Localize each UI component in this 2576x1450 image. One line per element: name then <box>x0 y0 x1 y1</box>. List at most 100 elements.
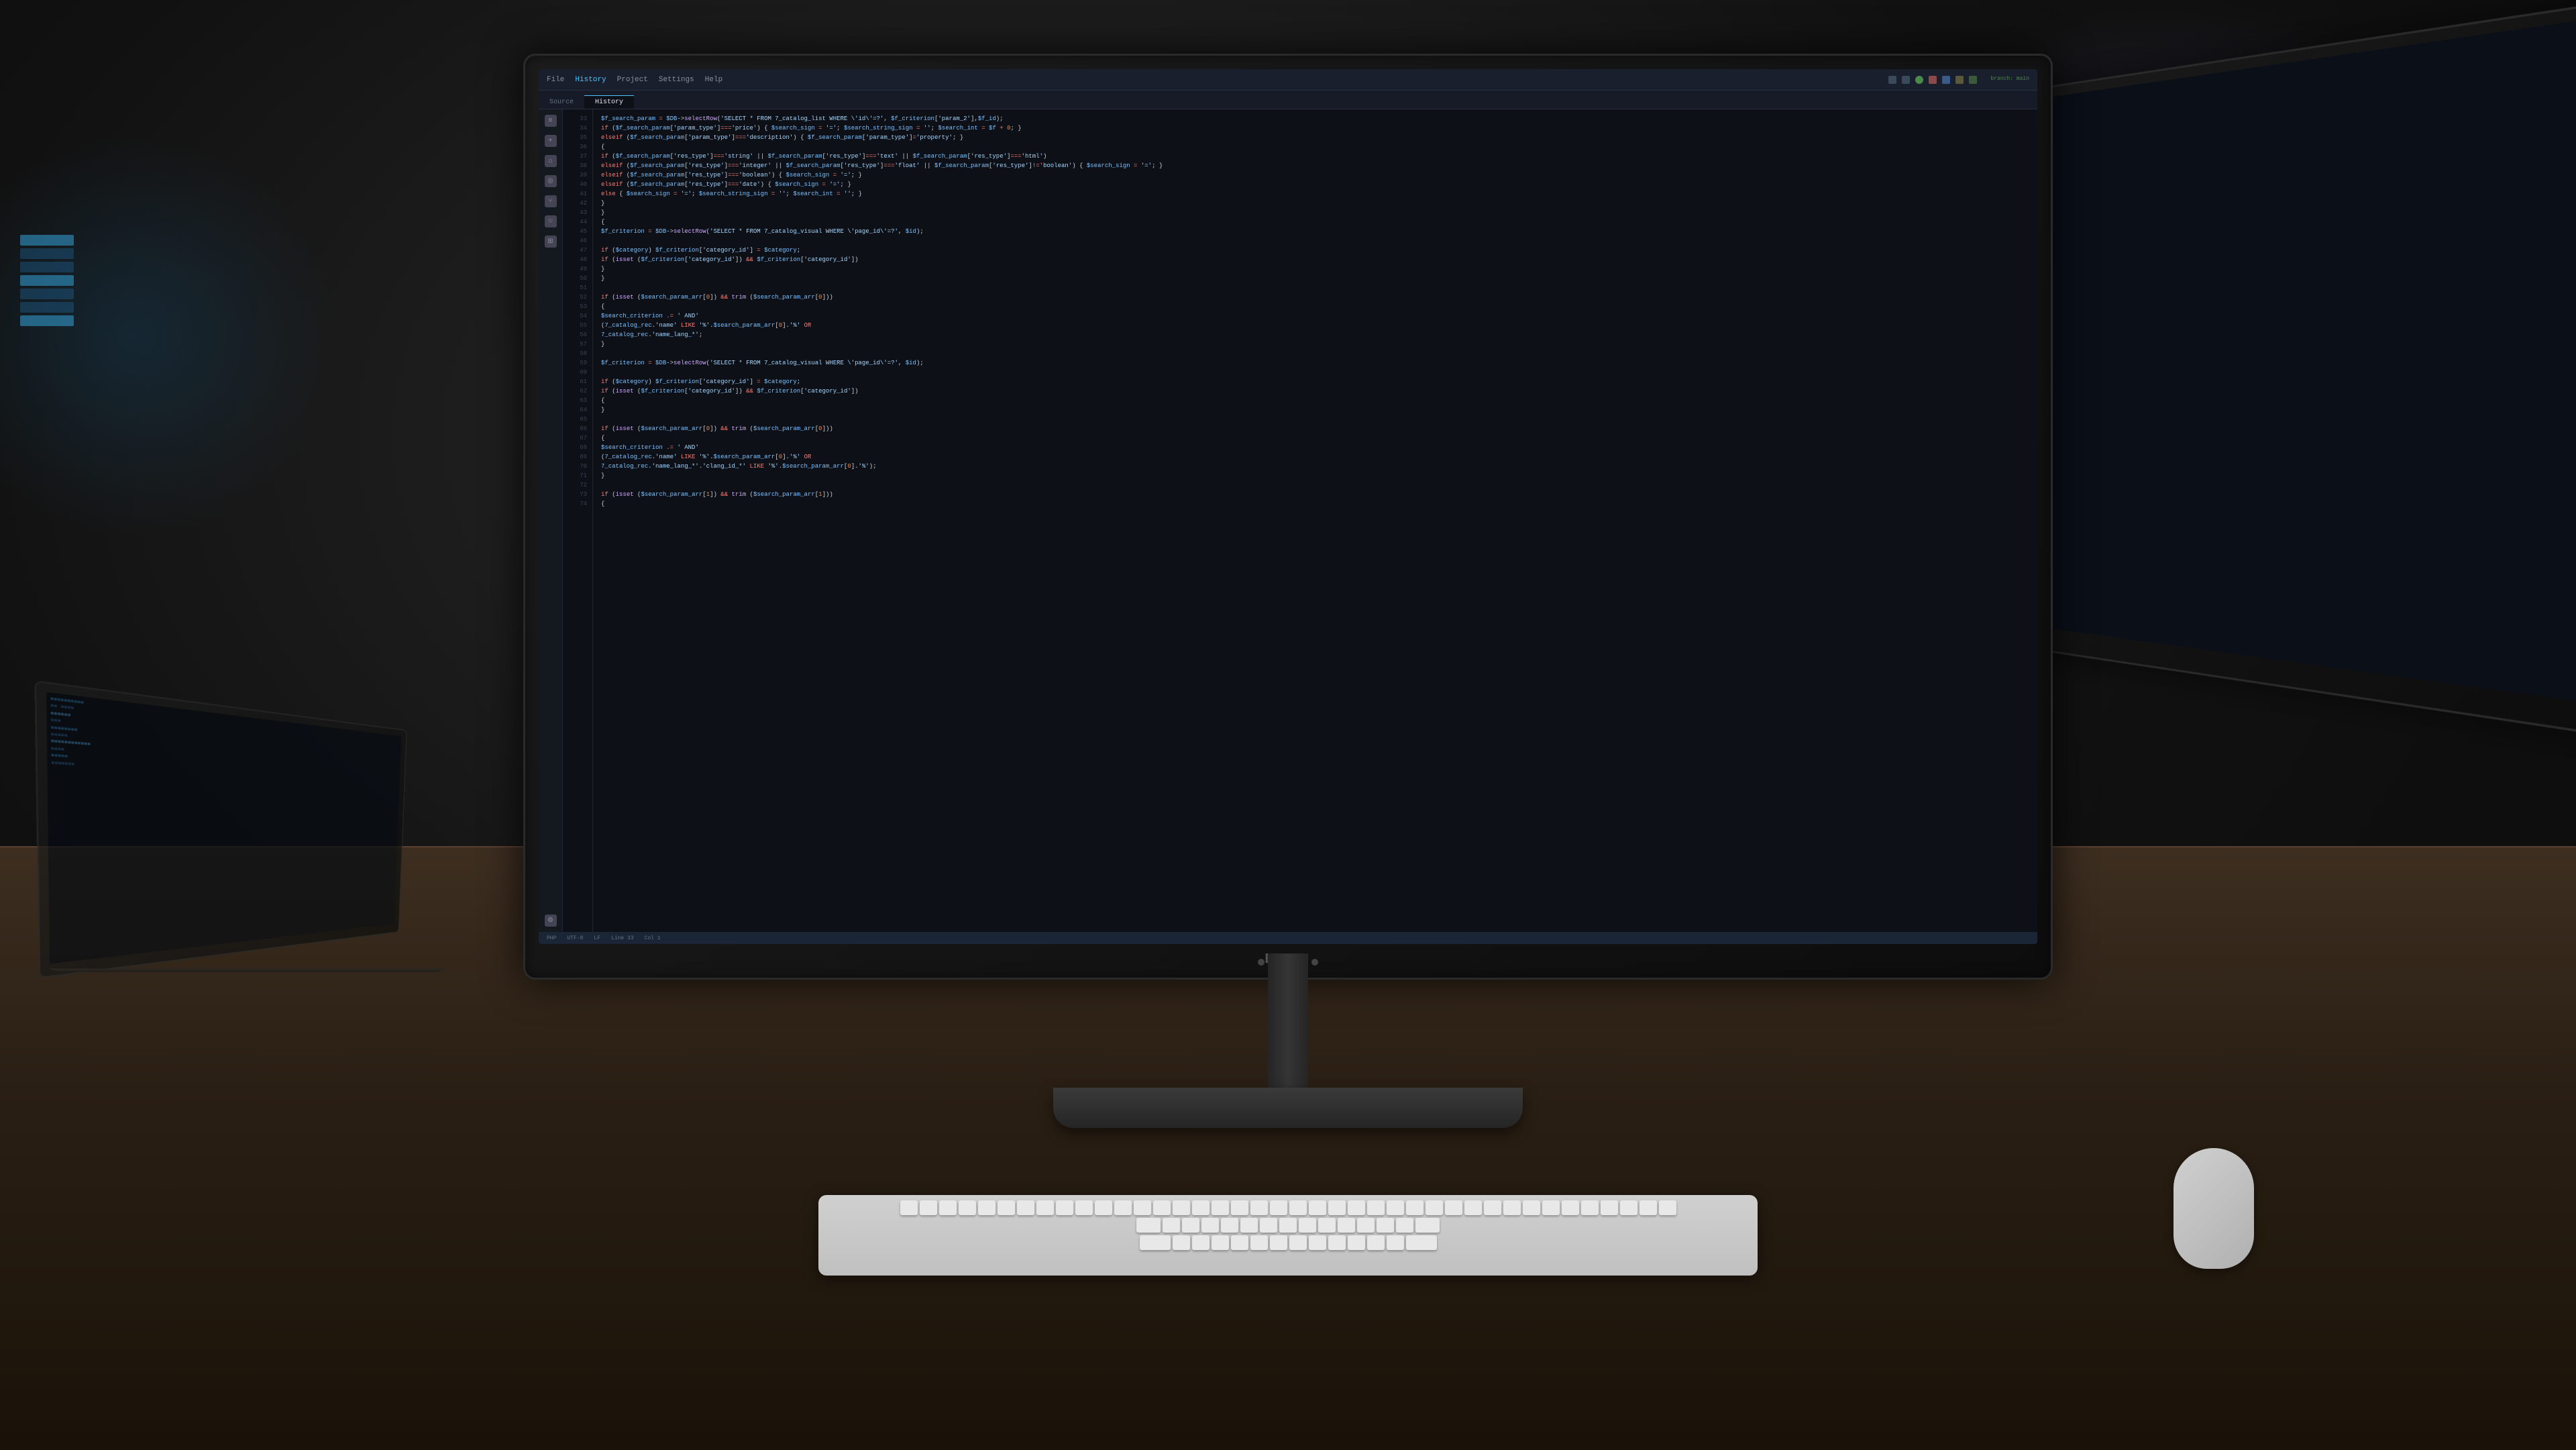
key <box>1415 1218 1440 1233</box>
key <box>1095 1200 1112 1215</box>
toolbar-icon-build[interactable] <box>1969 76 1977 84</box>
status-line: Line 33 <box>611 935 634 941</box>
code-line-71: } <box>601 472 2029 481</box>
key <box>1036 1200 1054 1215</box>
key <box>1503 1200 1521 1215</box>
code-line-43: } <box>601 209 2029 218</box>
line-num-67: 67 <box>563 434 592 444</box>
line-num-69: 69 <box>563 453 592 462</box>
toolbar-help[interactable]: Help <box>705 76 722 84</box>
sidebar-icon-menu[interactable]: ≡ <box>545 115 557 127</box>
toolbar-icon-debug[interactable] <box>1942 76 1950 84</box>
line-num-73: 73 <box>563 490 592 500</box>
sidebar-icon-home[interactable]: ⌂ <box>545 155 557 167</box>
line-num-37: 37 <box>563 152 592 162</box>
key <box>1075 1200 1093 1215</box>
laptop-screen-bezel: ■■■■■■■■■■ ■■ ■■■■ ■■■■■■ ■■■ ■■■■■■■■ ■… <box>34 680 407 979</box>
key <box>1221 1218 1238 1233</box>
sidebar-icon-grid[interactable]: ⊞ <box>545 236 557 248</box>
key <box>1056 1200 1073 1215</box>
key <box>1309 1200 1326 1215</box>
sidebar-icon-settings[interactable]: ⚙ <box>545 915 557 927</box>
code-line-42: } <box>601 199 2029 209</box>
line-num-44: 44 <box>563 218 592 227</box>
toolbar-history[interactable]: History <box>575 76 606 84</box>
code-line-62: if (isset ($f_criterion['category_id']) … <box>601 387 2029 397</box>
key <box>1377 1218 1394 1233</box>
ide-main-area: ≡ + ⌂ ◎ ⑂ ☆ ⊞ ⚙ <box>539 109 2037 932</box>
key <box>1406 1235 1437 1250</box>
line-num-63: 63 <box>563 397 592 406</box>
toolbar-icon-forward[interactable] <box>1902 76 1910 84</box>
key <box>1328 1200 1346 1215</box>
code-line-59: $f_criterion = $DB->selectRow('SELECT * … <box>601 359 2029 368</box>
sidebar-icon-search[interactable]: ◎ <box>545 175 557 187</box>
sidebar-icon-add[interactable]: + <box>545 135 557 147</box>
line-num-35: 35 <box>563 134 592 143</box>
line-num-48: 48 <box>563 256 592 265</box>
code-line-36: { <box>601 143 2029 152</box>
tab-source[interactable]: Source <box>539 95 584 109</box>
key <box>1270 1235 1287 1250</box>
code-line-39: elseif ($f_search_param['res_type']==='b… <box>601 171 2029 180</box>
status-eol: LF <box>594 935 600 941</box>
sidebar-icon-branch[interactable]: ⑂ <box>545 195 557 207</box>
line-num-64: 64 <box>563 406 592 415</box>
key <box>1289 1200 1307 1215</box>
code-line-40: elseif ($f_search_param['res_type']==='d… <box>601 180 2029 190</box>
key <box>1396 1218 1413 1233</box>
branch-indicator: branch: main <box>1990 76 2029 84</box>
line-num-71: 71 <box>563 472 592 481</box>
code-line-52: if (isset ($search_param_arr[0]) && trim… <box>601 293 2029 303</box>
line-num-72: 72 <box>563 481 592 490</box>
laptop-base <box>48 968 449 972</box>
code-content[interactable]: $f_search_param = $DB->selectRow('SELECT… <box>593 109 2037 932</box>
monitor-input-btn[interactable] <box>1311 959 1318 966</box>
key <box>1250 1235 1268 1250</box>
key <box>1192 1235 1210 1250</box>
code-line-48: if (isset ($f_criterion['category_id']) … <box>601 256 2029 265</box>
key <box>1348 1200 1365 1215</box>
toolbar-settings[interactable]: Settings <box>659 76 694 84</box>
sidebar-icon-star[interactable]: ☆ <box>545 215 557 227</box>
key <box>1348 1235 1365 1250</box>
code-line-55: (7_catalog_rec.'name' LIKE '%'.$search_p… <box>601 321 2029 331</box>
key <box>1387 1200 1404 1215</box>
widget-item <box>20 289 74 299</box>
line-num-50: 50 <box>563 274 592 284</box>
key <box>1309 1235 1326 1250</box>
line-num-39: 39 <box>563 171 592 180</box>
key <box>939 1200 957 1215</box>
monitor-stand-neck <box>1268 953 1308 1088</box>
code-editor[interactable]: 33 34 35 36 37 38 39 40 41 42 43 44 <box>563 109 2037 932</box>
toolbar-icon-stop[interactable] <box>1929 76 1937 84</box>
toolbar-icon-back[interactable] <box>1888 76 1896 84</box>
code-line-64: } <box>601 406 2029 415</box>
key <box>1182 1218 1199 1233</box>
key <box>900 1200 918 1215</box>
line-num-62: 62 <box>563 387 592 397</box>
toolbar-file[interactable]: File <box>547 76 564 84</box>
code-line-34: if ($f_search_param['param_type']==='pri… <box>601 124 2029 134</box>
line-num-59: 59 <box>563 359 592 368</box>
toolbar-project[interactable]: Project <box>617 76 648 84</box>
code-line-65 <box>601 415 2029 425</box>
code-line-74: { <box>601 500 2029 509</box>
toolbar-icon-run[interactable] <box>1915 76 1923 84</box>
tab-history[interactable]: History <box>584 95 634 109</box>
key <box>1523 1200 1540 1215</box>
toolbar-icon-step[interactable] <box>1955 76 1964 84</box>
key <box>1542 1200 1560 1215</box>
code-line-72 <box>601 481 2029 490</box>
code-line-46 <box>601 237 2029 246</box>
widget-item <box>20 302 74 313</box>
monitor-power-btn[interactable] <box>1258 959 1265 966</box>
side-widgets <box>20 235 74 326</box>
key <box>1581 1200 1599 1215</box>
key <box>1562 1200 1579 1215</box>
line-num-51: 51 <box>563 284 592 293</box>
key <box>1240 1218 1258 1233</box>
line-num-55: 55 <box>563 321 592 331</box>
line-num-41: 41 <box>563 190 592 199</box>
code-line-45: $f_criterion = $DB->selectRow('SELECT * … <box>601 227 2029 237</box>
